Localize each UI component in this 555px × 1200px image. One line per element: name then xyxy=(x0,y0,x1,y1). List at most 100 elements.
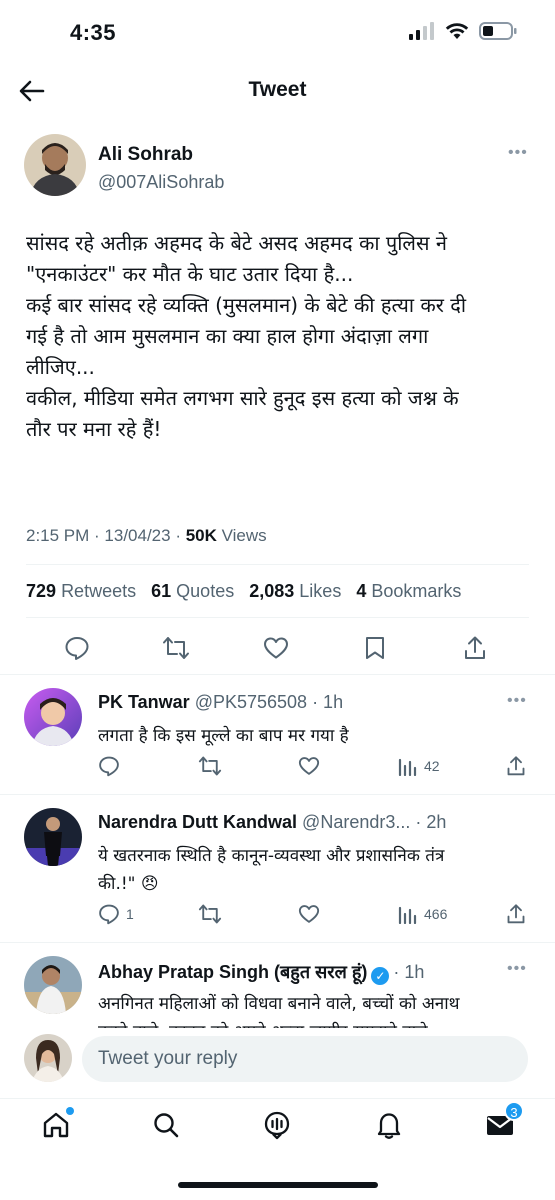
retweet-button[interactable] xyxy=(160,632,192,664)
reply-handle-time: @PK5756508 · 1h xyxy=(194,692,344,712)
home-notification-dot xyxy=(66,1107,74,1115)
more-options-icon[interactable]: ••• xyxy=(508,144,528,162)
battery-icon xyxy=(479,22,517,40)
reply-share-button[interactable] xyxy=(506,900,526,928)
likes-stat[interactable]: 2,083 Likes xyxy=(249,581,341,601)
divider xyxy=(26,564,529,565)
bell-icon xyxy=(377,1113,401,1139)
tweet-text-line: वकील, मीडिया समेत लगभग सारे हुनूद इस हत्… xyxy=(26,386,459,410)
reply-tweet[interactable]: Abhay Pratap Singh (बहुत सरल हूं) ✓ · 1h •… xyxy=(0,944,555,1028)
tweet-timestamp: 2:15 PM · 13/04/23 · xyxy=(26,526,186,545)
verified-badge-icon: ✓ xyxy=(371,967,390,985)
reply-header: Narendra Dutt Kandwal @Narendr3... · 2h xyxy=(98,812,446,833)
reply-icon xyxy=(99,904,119,925)
bookmark-button[interactable] xyxy=(359,632,391,664)
reply-header: Abhay Pratap Singh (बहुत सरल हूं) ✓ · 1h xyxy=(98,960,424,985)
tweet-text-line: लीजिए... xyxy=(26,355,95,379)
reply-input[interactable] xyxy=(82,1036,528,1082)
reply-author-name[interactable]: PK Tanwar xyxy=(98,692,190,712)
more-options-icon[interactable]: ••• xyxy=(507,960,527,978)
bookmarks-stat[interactable]: 4 Bookmarks xyxy=(356,581,461,601)
retweets-stat[interactable]: 729 Retweets xyxy=(26,581,136,601)
page-title: Tweet xyxy=(248,78,307,101)
divider xyxy=(0,674,555,675)
reply-text-line: अनगिनत महिलाओं को विधवा बनाने वाले, बच्च… xyxy=(98,994,460,1014)
reply-share-button[interactable] xyxy=(506,752,526,780)
reply-text-line: लगता है कि इस मूल्ले का बाप मर गया है xyxy=(98,726,349,746)
tweet-text-line: सांसद रहे अतीक़ अहमद के बेटे असद अहमद का… xyxy=(26,231,447,255)
reply-button[interactable] xyxy=(61,632,93,664)
search-icon xyxy=(154,1113,179,1138)
reply-avatar[interactable] xyxy=(24,688,82,746)
author-handle[interactable]: @007AliSohrab xyxy=(98,172,224,193)
retweet-icon xyxy=(163,637,189,659)
spaces-icon xyxy=(264,1111,290,1140)
status-time: 4:35 xyxy=(70,20,117,45)
retweet-icon xyxy=(198,904,222,924)
top-header: Tweet xyxy=(0,66,555,116)
retweet-icon xyxy=(198,756,222,776)
views-chart-icon xyxy=(398,906,417,924)
divider xyxy=(0,794,555,795)
reply-avatar[interactable] xyxy=(24,808,82,866)
tab-messages[interactable]: 3 xyxy=(482,1101,524,1143)
tweet-author: Ali Sohrab @007AliSohrab ••• xyxy=(24,132,534,196)
views-label: Views xyxy=(216,526,267,545)
reply-comment-button[interactable]: 1 xyxy=(98,900,134,928)
reply-tweet[interactable]: Narendra Dutt Kandwal @Narendr3... · 2h … xyxy=(0,796,555,942)
reply-retweet-button[interactable] xyxy=(198,752,222,780)
divider xyxy=(0,942,555,943)
tweet-stats: 729 Retweets 61 Quotes 2,083 Likes 4 Boo… xyxy=(26,581,461,602)
bookmark-icon xyxy=(366,637,384,659)
reply-retweet-button[interactable] xyxy=(198,900,222,928)
tweet-text-line: कई बार सांसद रहे व्यक्ति (मुसलमान) के बे… xyxy=(26,293,467,317)
tweet-text-line: गई है तो आम मुसलमान का क्या हाल होगा अंद… xyxy=(26,324,429,348)
reply-composer xyxy=(0,1028,555,1090)
reply-author-name[interactable]: Narendra Dutt Kandwal xyxy=(98,812,297,832)
reply-text-line: की.!" 😠 xyxy=(98,874,159,894)
current-user-avatar[interactable] xyxy=(24,1034,72,1082)
reply-avatar[interactable] xyxy=(24,956,82,1014)
quotes-stat[interactable]: 61 Quotes xyxy=(151,581,234,601)
reply-text: अनगिनत महिलाओं को विधवा बनाने वाले, बच्च… xyxy=(98,990,518,1028)
reply-views[interactable]: 42 xyxy=(398,752,440,780)
reply-icon xyxy=(99,756,119,777)
reply-handle-time: @Narendr3... · 2h xyxy=(302,812,447,832)
reply-views[interactable]: 466 xyxy=(398,900,447,928)
tab-home[interactable] xyxy=(38,1107,74,1143)
like-button[interactable] xyxy=(260,632,292,664)
reply-header: PK Tanwar @PK5756508 · 1h xyxy=(98,692,343,713)
reply-tweet[interactable]: PK Tanwar @PK5756508 · 1h ••• लगता है कि… xyxy=(0,676,555,794)
reply-text-line: करने वाले, कानून को अपने अब्बा जागीर समझ… xyxy=(98,1018,518,1028)
share-icon xyxy=(465,636,485,659)
cellular-signal-icon xyxy=(409,22,434,40)
share-button[interactable] xyxy=(459,632,491,664)
reply-actions: 1 466 xyxy=(98,900,538,928)
author-avatar[interactable] xyxy=(24,134,86,196)
reply-author-name[interactable]: Abhay Pratap Singh (बहुत सरल हूं) xyxy=(98,962,367,982)
heart-icon xyxy=(298,757,320,775)
tab-search[interactable] xyxy=(148,1107,184,1143)
home-indicator xyxy=(178,1182,378,1188)
reply-like-button[interactable] xyxy=(298,752,320,780)
tweet-action-bar xyxy=(0,628,555,668)
views-chart-icon xyxy=(398,758,417,776)
reply-handle-time: · 1h xyxy=(393,962,425,982)
more-options-icon[interactable]: ••• xyxy=(507,692,527,710)
tweet-text: सांसद रहे अतीक़ अहमद के बेटे असद अहमद का… xyxy=(26,228,531,445)
share-icon xyxy=(507,904,525,924)
tweet-text-line: तौर पर मना रहे हैं! xyxy=(26,417,162,441)
tweet-meta: 2:15 PM · 13/04/23 · 50K Views xyxy=(26,526,267,546)
wifi-icon xyxy=(445,23,469,39)
messages-badge: 3 xyxy=(504,1101,524,1121)
share-icon xyxy=(507,756,525,776)
bottom-tab-bar: 3 xyxy=(0,1098,555,1158)
author-name[interactable]: Ali Sohrab xyxy=(98,144,193,166)
reply-comment-button[interactable] xyxy=(98,752,126,780)
home-icon xyxy=(43,1112,69,1138)
tab-spaces[interactable] xyxy=(259,1107,295,1143)
reply-like-button[interactable] xyxy=(298,900,320,928)
tab-notifications[interactable] xyxy=(371,1107,407,1143)
reply-text: लगता है कि इस मूल्ले का बाप मर गया है xyxy=(98,722,518,750)
heart-icon xyxy=(264,637,288,659)
